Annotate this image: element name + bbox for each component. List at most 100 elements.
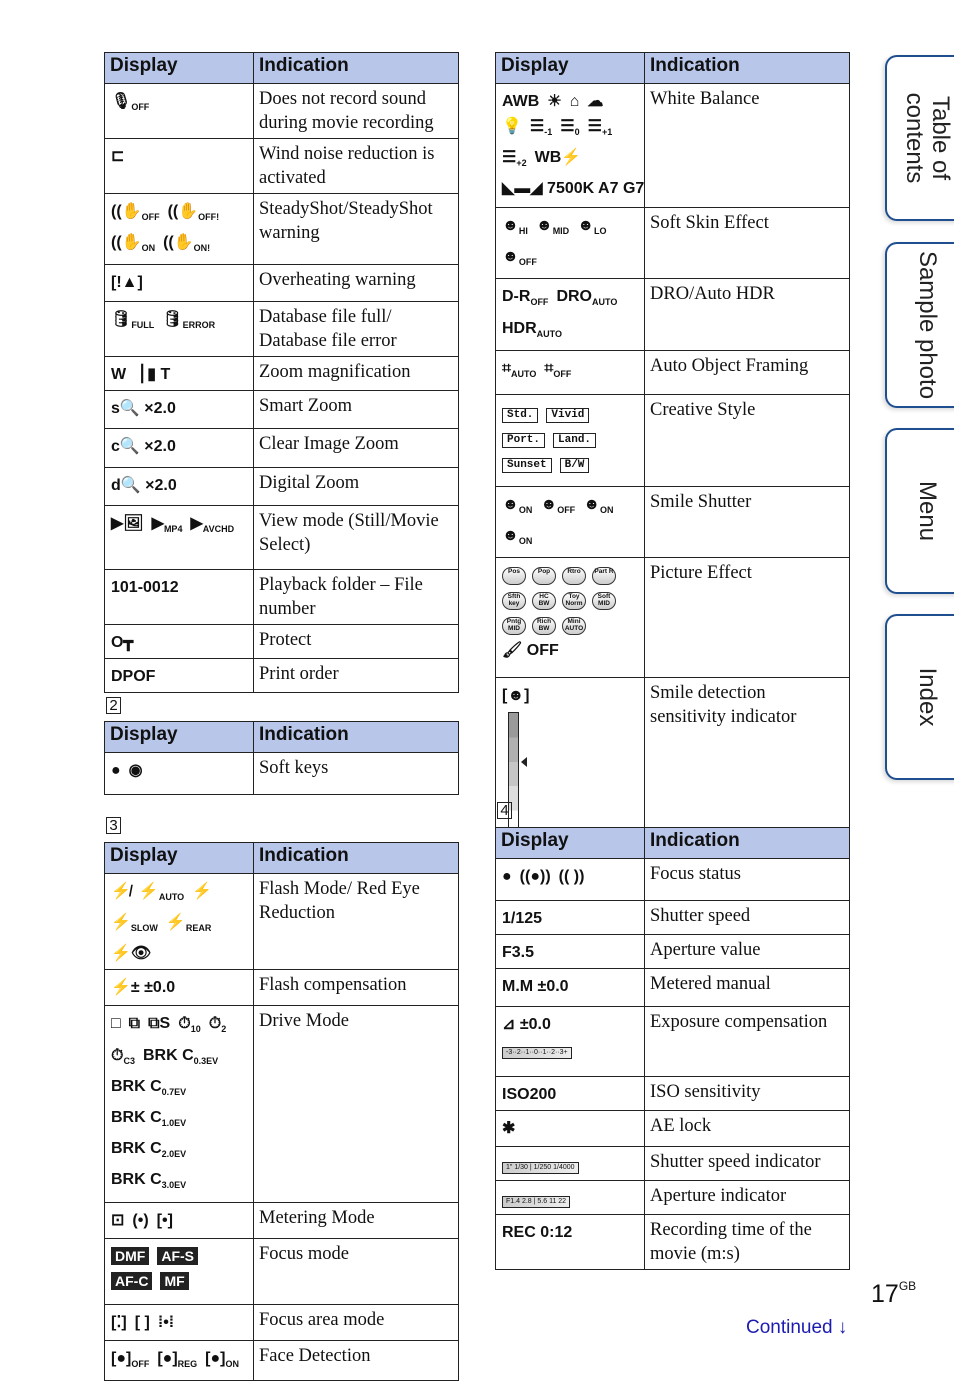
self-timer-10-icon-label: 10: [190, 1024, 201, 1035]
indication-cell: Overheating warning: [253, 264, 459, 303]
tab-sample-photo[interactable]: Sample photo: [885, 242, 954, 408]
iso-value: ISO200: [502, 1086, 557, 1103]
section-number-3: 3: [106, 817, 121, 834]
tab-table-of-contents[interactable]: Table of contents: [885, 55, 954, 221]
flash-auto-icon-label: AUTO: [158, 892, 185, 903]
display-cell: ((✋OFF ((✋OFF! ((✋ON ((✋ON!: [104, 192, 254, 266]
tab-menu[interactable]: Menu: [885, 428, 954, 594]
self-timer-2-icon-label: 2: [221, 1024, 227, 1035]
table-row: ▶🖼 ▶MP4 ▶AVCHD View mode (Still/Movie Selec…: [104, 505, 459, 571]
mic-off-icon-label: OFF: [131, 102, 150, 113]
display-cell: D-ROFF DROAUTO HDRAUTO: [495, 278, 645, 351]
dro-off-icon-label: OFF: [530, 297, 549, 308]
fluor-plus1-icon: ☰+1: [587, 118, 613, 138]
face-detect-off-icon: [●]OFF: [111, 1349, 150, 1369]
view-mp4-icon: ▶MP4: [151, 515, 183, 535]
smile-sensitivity-icon: [☻]: [502, 687, 530, 705]
continued-link[interactable]: Continued ↓: [746, 1317, 847, 1339]
header-indication: Indication: [253, 721, 459, 753]
smile-off-icon: ☻OFF: [540, 495, 576, 515]
table-row: ⚡± ±0.0 Flash compensation: [104, 969, 459, 1007]
style-landscape-icon: Land.: [553, 432, 597, 448]
indication-cell: Flash compensation: [253, 969, 459, 1007]
indication-cell: White Balance: [644, 83, 850, 208]
display-cell: ▶🖼 ▶MP4 ▶AVCHD: [104, 505, 254, 571]
display-cell: 🛢FULL 🛢ERROR: [104, 301, 254, 358]
smile-off-icon-label: OFF: [557, 504, 576, 515]
display-cell: W ▕ ▮ T: [104, 356, 254, 392]
indication-cell: Auto Object Framing: [644, 349, 850, 395]
smile-on-3-icon-label: ON: [518, 536, 533, 547]
fluor-plus2-icon-label: +2: [516, 158, 527, 169]
daylight-icon: ☀: [547, 93, 562, 110]
center-area-icon: [ ]: [134, 1313, 150, 1331]
af-c-icon: AF-C: [111, 1271, 153, 1290]
arrow-down-icon: ↓: [837, 1317, 848, 1338]
effect-soft-focus-icon: Soft MID: [592, 591, 616, 610]
bracket-07-icon-label: 0.7EV: [161, 1086, 187, 1097]
indication-cell: Recording time of the movie (m:s): [644, 1214, 850, 1270]
dro-off-icon: D-ROFF: [502, 288, 549, 308]
indication-cell: Drive Mode: [253, 1005, 459, 1203]
flexible-spot-icon: ⁞•⁞: [157, 1313, 175, 1331]
indication-cell: Focus mode: [253, 1237, 459, 1305]
display-cell: [ǃ▲]: [104, 264, 254, 303]
smile-on-2-icon: ☻ON: [583, 495, 614, 515]
table-row: c🔍 ×2.0 Clear Image Zoom: [104, 428, 459, 469]
display-cell: O┳: [104, 624, 254, 660]
table-row: DMF AF-S AF-C MF Focus mode: [104, 1237, 459, 1305]
header-display: Display: [495, 827, 645, 859]
ae-lock-icon: ✱: [502, 1120, 516, 1137]
view-still-icon: ▶🖼: [111, 515, 144, 533]
display-cell: [●]OFF [●]REG [●]ON: [104, 1339, 254, 1381]
indication-cell: Print order: [253, 658, 459, 694]
continuous-icon: ⧉: [128, 1015, 141, 1033]
style-sunset-icon: Sunset: [502, 457, 552, 473]
display-cell: DMF AF-S AF-C MF: [104, 1237, 254, 1305]
view-avchd-icon: ▶AVCHD: [190, 515, 235, 535]
focus-locked-icon: ●: [502, 868, 512, 885]
tab-label: Sample photo: [914, 250, 941, 400]
indication-cell: Focus status: [644, 858, 850, 901]
effect-miniature-icon: Mini AUTO: [562, 616, 586, 635]
indication-cell: Does not record sound during movie recor…: [253, 83, 459, 139]
soft-skin-hi-icon: ☻HI: [502, 217, 528, 237]
shutter-speed-value: 1/125: [502, 910, 543, 927]
aperture-value: F3.5: [502, 944, 535, 961]
table-row: ISO200 ISO sensitivity: [495, 1076, 850, 1111]
table-row: ⌗AUTO ⌗OFF Auto Object Framing: [495, 349, 850, 395]
rec-time-value: REC 0:12: [502, 1224, 573, 1241]
steadyshot-on-icon: ((✋ON: [111, 234, 156, 254]
continued-label: Continued: [746, 1317, 833, 1338]
database-full-icon-label: FULL: [131, 320, 155, 331]
display-cell: ● ◉: [104, 752, 254, 795]
display-cell: F1.4 2.8 | 5.6 11 22: [495, 1180, 645, 1215]
metered-manual-icon: M.M ±0.0: [502, 978, 569, 995]
bracket-20-icon: BRK C2.0EV: [111, 1140, 187, 1160]
indicator-table-1: Display Indication 🎙OFF Does not record s…: [104, 52, 459, 694]
indication-cell: DRO/Auto HDR: [644, 278, 850, 351]
indication-cell: Focus area mode: [253, 1303, 459, 1341]
clear-image-zoom-icon: c🔍 ×2.0: [111, 438, 176, 456]
tab-index[interactable]: Index: [885, 614, 954, 780]
display-cell: [☻]: [495, 677, 645, 841]
header-display: Display: [104, 52, 254, 84]
mf-icon: MF: [160, 1271, 189, 1290]
bracket-07-icon: BRK C0.7EV: [111, 1077, 187, 1097]
steadyshot-off-icon-label: OFF: [141, 212, 160, 223]
bracket-20-icon-label: 2.0EV: [161, 1149, 187, 1160]
indication-cell: Database file full/ Database file error: [253, 301, 459, 358]
indication-cell: Smile detection sensitivity indicator: [644, 677, 850, 841]
display-cell: Pos Pop Rtro Part R Sfth key HC BW Toy Norm Sof…: [495, 557, 645, 679]
effect-posterization-icon: Pos: [502, 566, 526, 585]
section-number-4: 4: [497, 802, 512, 819]
fluor-plus2-icon: ☰+2: [502, 149, 527, 169]
focus-confirmed-icon: ((●)): [519, 868, 551, 885]
table-row: s🔍 ×2.0 Smart Zoom: [104, 390, 459, 430]
flash-auto-icon: ⚡AUTO: [138, 883, 185, 903]
indicator-table-4: Display Indication ● ((●)) (( )) Focus stat…: [495, 827, 850, 1270]
view-avchd-icon-label: AVCHD: [202, 524, 235, 535]
style-bw-icon: B/W: [559, 457, 590, 473]
indication-cell: View mode (Still/Movie Select): [253, 505, 459, 571]
display-cell: M.M ±0.0: [495, 968, 645, 1007]
